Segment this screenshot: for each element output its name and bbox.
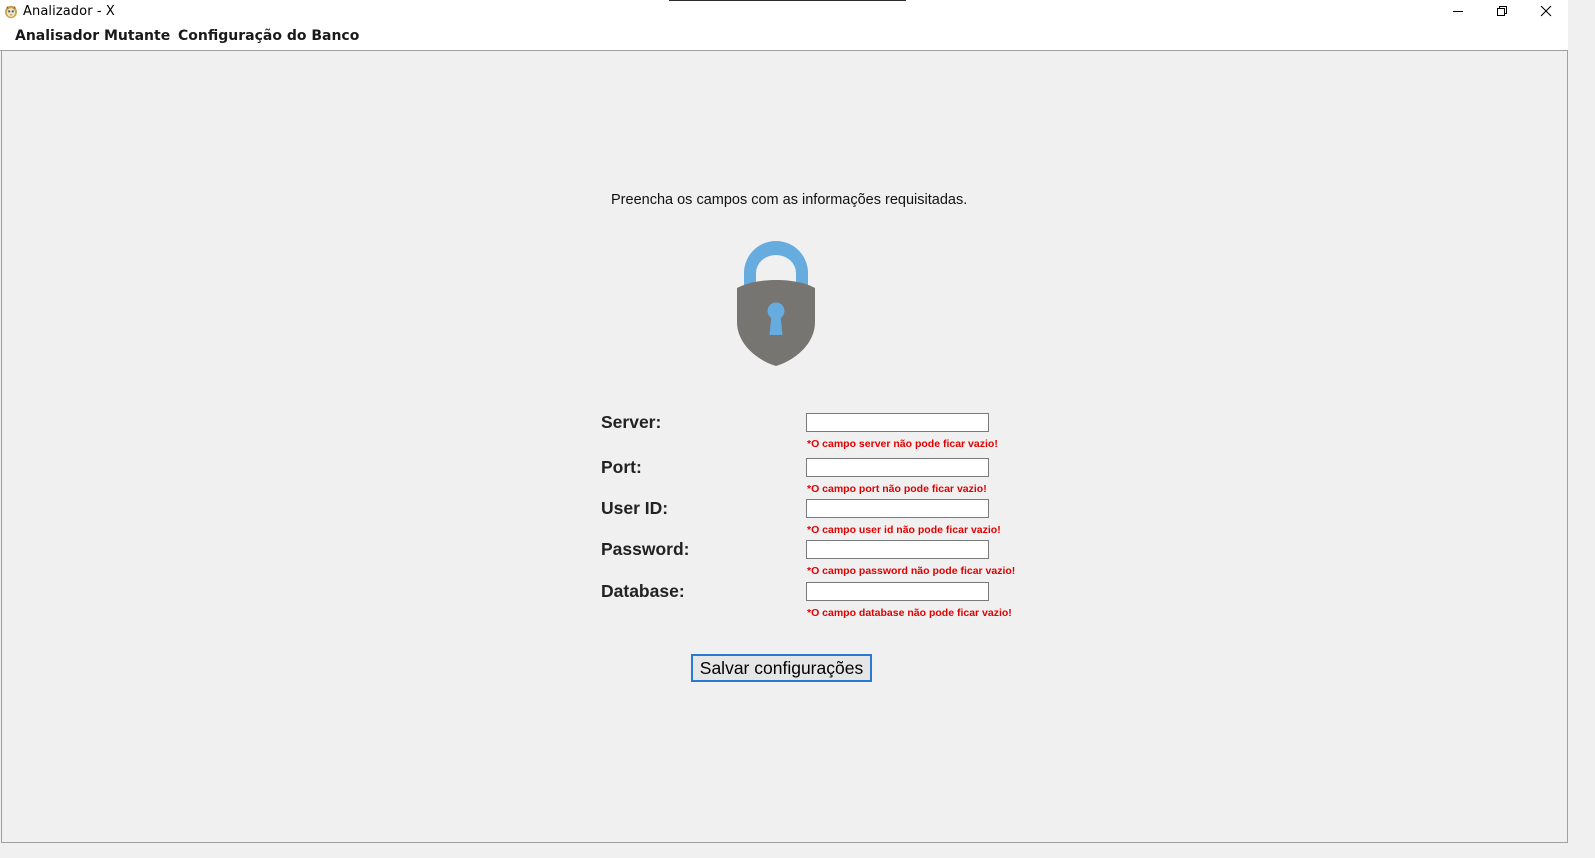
user-id-label: User ID: bbox=[601, 498, 669, 518]
instructions-text: Preencha os campos com as informações re… bbox=[611, 192, 968, 208]
restore-icon bbox=[1496, 5, 1508, 17]
minimize-icon bbox=[1452, 5, 1464, 17]
title-bar[interactable]: Analizador - X bbox=[0, 0, 1568, 24]
restore-button[interactable] bbox=[1480, 0, 1524, 22]
menu-item-configuracao-banco[interactable]: Configuração do Banco bbox=[178, 28, 359, 44]
server-label: Server: bbox=[601, 412, 662, 432]
menu-item-analisador[interactable]: Analisador bbox=[15, 28, 99, 44]
database-error: *O campo database não pode ficar vazio! bbox=[807, 607, 1012, 619]
app-window: Analizador - X Analisador Mutante Config… bbox=[0, 0, 1568, 843]
password-input[interactable] bbox=[806, 540, 989, 559]
port-label: Port: bbox=[601, 457, 642, 477]
port-error: *O campo port não pode ficar vazio! bbox=[807, 483, 987, 495]
window-title: Analizador - X bbox=[23, 4, 115, 19]
save-settings-label: Salvar configurações bbox=[699, 657, 864, 678]
password-error: *O campo password não pode ficar vazio! bbox=[807, 565, 1016, 577]
title-accent-line bbox=[669, 0, 906, 1]
app-logo-icon bbox=[3, 3, 19, 19]
lock-icon bbox=[735, 240, 817, 373]
database-label: Database: bbox=[601, 581, 685, 601]
password-label: Password: bbox=[601, 539, 690, 559]
save-settings-button[interactable]: Salvar configurações bbox=[691, 654, 872, 682]
menu-bar: Analisador Mutante Configuração do Banco bbox=[0, 24, 1568, 51]
port-input[interactable] bbox=[806, 458, 989, 477]
user-id-input[interactable] bbox=[806, 499, 989, 518]
main-panel bbox=[1, 51, 1568, 843]
user-id-error: *O campo user id não pode ficar vazio! bbox=[807, 524, 1001, 536]
minimize-button[interactable] bbox=[1436, 0, 1480, 22]
server-error: *O campo server não pode ficar vazio! bbox=[807, 438, 998, 450]
close-icon bbox=[1540, 5, 1552, 17]
close-button[interactable] bbox=[1524, 0, 1568, 22]
database-input[interactable] bbox=[806, 582, 989, 601]
server-input[interactable] bbox=[806, 413, 989, 432]
menu-item-mutante[interactable]: Mutante bbox=[104, 28, 170, 44]
